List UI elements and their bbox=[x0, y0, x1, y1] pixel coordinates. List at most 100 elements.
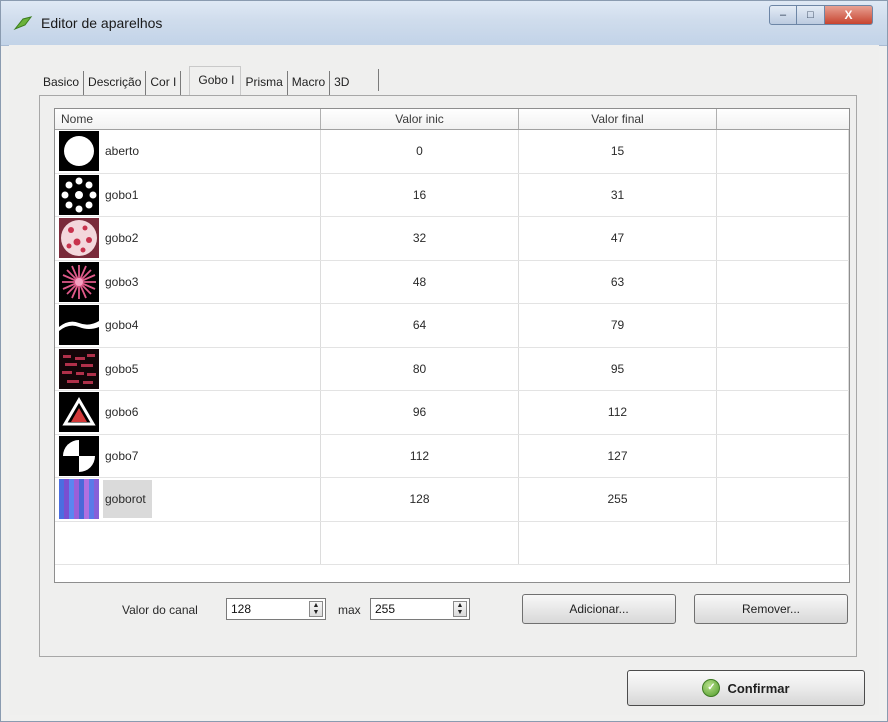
gobo-name: goborot bbox=[103, 480, 152, 519]
table-row[interactable]: gobo5 80 95 bbox=[55, 347, 849, 391]
gobo-name: gobo4 bbox=[105, 318, 139, 333]
tab-3d[interactable]: 3D bbox=[330, 71, 378, 95]
add-button[interactable]: Adicionar... bbox=[522, 594, 676, 624]
name-cell: goborot bbox=[55, 478, 321, 521]
empty-cell bbox=[717, 217, 849, 260]
gobo-color-stripes-icon bbox=[59, 479, 99, 520]
value-controls: Valor do canal 128 ▲ ▼ max 255 ▲ ▼ Adicion… bbox=[40, 592, 858, 626]
column-header-name[interactable]: Nome bbox=[55, 109, 321, 129]
name-cell: gobo5 bbox=[55, 347, 321, 390]
app-icon bbox=[13, 16, 33, 31]
end-cell: 63 bbox=[519, 260, 717, 303]
column-header-empty bbox=[717, 109, 849, 129]
table-row[interactable]: gobo7 112 127 bbox=[55, 434, 849, 478]
gobo-name: aberto bbox=[105, 144, 140, 159]
tab-macro[interactable]: Macro bbox=[288, 71, 331, 95]
tab-basico[interactable]: Basico bbox=[39, 71, 85, 95]
start-cell: 48 bbox=[321, 260, 519, 303]
gobo-scatter-icon bbox=[59, 348, 99, 389]
channel-value-spinner[interactable]: 128 ▲ ▼ bbox=[226, 598, 326, 620]
end-cell: 47 bbox=[519, 217, 717, 260]
name-cell: gobo3 bbox=[55, 260, 321, 303]
name-cell: gobo7 bbox=[55, 434, 321, 477]
editor-window: Editor de aparelhos – □ X Basico Descriç… bbox=[0, 0, 888, 722]
end-cell: 112 bbox=[519, 391, 717, 434]
gobo-name: gobo5 bbox=[105, 361, 139, 376]
empty-cell bbox=[717, 478, 849, 521]
start-cell: 96 bbox=[321, 391, 519, 434]
maximize-icon: □ bbox=[807, 9, 814, 21]
dialog-content: Basico Descrição Cor I Gobo I Prisma Mac… bbox=[9, 45, 879, 715]
confirm-label: Confirmar bbox=[727, 680, 790, 696]
gobo-triangle-icon bbox=[59, 392, 99, 433]
end-cell: 255 bbox=[519, 478, 717, 521]
spinner-arrows-icon[interactable]: ▲ ▼ bbox=[453, 601, 467, 617]
table-row-selected[interactable]: goborot 128 255 bbox=[55, 478, 849, 522]
empty-cell bbox=[321, 521, 519, 564]
tab-strip: Basico Descrição Cor I Gobo I Prisma Mac… bbox=[39, 66, 380, 95]
remove-button[interactable]: Remover... bbox=[694, 594, 848, 624]
start-cell: 112 bbox=[321, 434, 519, 477]
table-header: Nome Valor inic Valor final bbox=[55, 109, 849, 130]
table-row[interactable]: gobo2 32 47 bbox=[55, 217, 849, 261]
end-cell: 95 bbox=[519, 347, 717, 390]
empty-cell bbox=[519, 521, 717, 564]
close-button[interactable]: X bbox=[825, 5, 873, 25]
window-controls: – □ X bbox=[769, 5, 877, 27]
gobo-table[interactable]: Nome Valor inic Valor final aberto 0 15 bbox=[54, 108, 850, 583]
table-row[interactable]: gobo1 16 31 bbox=[55, 173, 849, 217]
tab-strip-end bbox=[378, 69, 380, 91]
tab-prisma[interactable]: Prisma bbox=[241, 71, 288, 95]
gobo-dots-ring-icon bbox=[59, 174, 99, 215]
end-cell: 79 bbox=[519, 304, 717, 347]
start-cell: 16 bbox=[321, 173, 519, 216]
minimize-icon: – bbox=[779, 9, 787, 21]
start-cell: 64 bbox=[321, 304, 519, 347]
tab-descricao[interactable]: Descrição bbox=[84, 71, 147, 95]
gobo-name: gobo6 bbox=[105, 405, 139, 420]
end-cell: 15 bbox=[519, 130, 717, 173]
start-cell: 32 bbox=[321, 217, 519, 260]
start-cell: 80 bbox=[321, 347, 519, 390]
channel-value-label: Valor do canal bbox=[122, 603, 198, 617]
name-cell: gobo6 bbox=[55, 391, 321, 434]
confirm-button[interactable]: ✓ Confirmar bbox=[627, 670, 865, 706]
window-title: Editor de aparelhos bbox=[41, 15, 163, 31]
gobo-wave-band-icon bbox=[59, 305, 99, 346]
empty-cell bbox=[717, 521, 849, 564]
tab-cor[interactable]: Cor I bbox=[146, 71, 182, 95]
table-row[interactable]: gobo3 48 63 bbox=[55, 260, 849, 304]
maximize-button[interactable]: □ bbox=[797, 5, 825, 25]
tab-gobo[interactable]: Gobo I bbox=[189, 66, 242, 95]
table-row[interactable]: gobo6 96 112 bbox=[55, 391, 849, 435]
empty-cell bbox=[55, 521, 321, 564]
gobo-panel: Nome Valor inic Valor final aberto 0 15 bbox=[39, 95, 857, 657]
table-row[interactable]: aberto 0 15 bbox=[55, 130, 849, 174]
gobo-pink-pattern-icon bbox=[59, 218, 99, 259]
gobo-name: gobo1 bbox=[105, 187, 139, 202]
gobo-starburst-icon bbox=[59, 261, 99, 302]
empty-cell bbox=[717, 130, 849, 173]
empty-cell bbox=[717, 434, 849, 477]
name-cell: gobo2 bbox=[55, 217, 321, 260]
column-header-end[interactable]: Valor final bbox=[519, 109, 717, 129]
column-header-start[interactable]: Valor inic bbox=[321, 109, 519, 129]
empty-cell bbox=[717, 347, 849, 390]
name-cell: gobo1 bbox=[55, 173, 321, 216]
end-cell: 127 bbox=[519, 434, 717, 477]
max-value-text: 255 bbox=[375, 602, 396, 616]
start-cell: 0 bbox=[321, 130, 519, 173]
name-cell: gobo4 bbox=[55, 304, 321, 347]
channel-value-text: 128 bbox=[231, 602, 252, 616]
max-value-spinner[interactable]: 255 ▲ ▼ bbox=[370, 598, 470, 620]
gobo-name: gobo3 bbox=[105, 274, 139, 289]
minimize-button[interactable]: – bbox=[769, 5, 797, 25]
table-row-empty bbox=[55, 521, 849, 565]
start-cell: 128 bbox=[321, 478, 519, 521]
ok-check-icon: ✓ bbox=[702, 679, 721, 697]
spinner-arrows-icon[interactable]: ▲ ▼ bbox=[309, 601, 323, 617]
title-bar[interactable]: Editor de aparelhos – □ X bbox=[1, 1, 887, 46]
table-row[interactable]: gobo4 64 79 bbox=[55, 304, 849, 348]
gobo-name: gobo2 bbox=[105, 231, 139, 246]
max-label: max bbox=[338, 603, 361, 617]
